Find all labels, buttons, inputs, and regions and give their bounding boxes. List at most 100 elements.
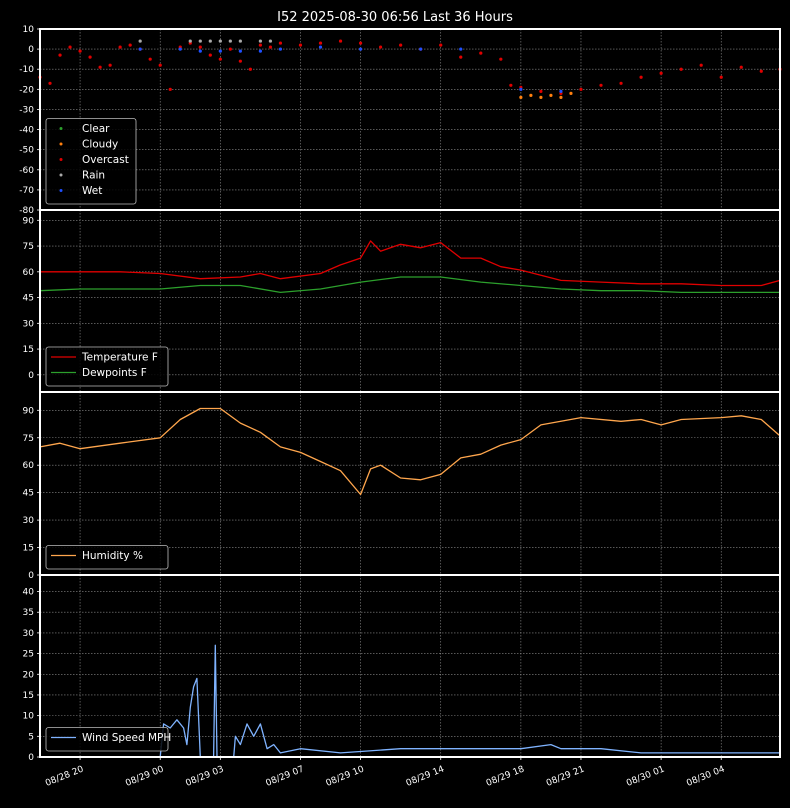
data-point	[439, 43, 443, 47]
y-tick-label: 30	[23, 516, 35, 526]
data-point	[258, 43, 262, 47]
y-tick-label: -20	[19, 85, 34, 95]
y-tick-label: 20	[23, 670, 35, 680]
y-tick-label: 0	[28, 753, 34, 763]
data-point	[499, 57, 503, 61]
y-tick-label: 40	[23, 588, 35, 598]
data-point	[258, 49, 262, 53]
y-tick-label: 10	[23, 25, 35, 35]
data-point	[459, 55, 463, 59]
data-point	[318, 45, 323, 49]
y-tick-label: 0	[28, 571, 34, 581]
data-point	[318, 41, 323, 45]
legend-marker	[59, 142, 63, 146]
data-point	[228, 39, 232, 43]
legend-label: Wind Speed MPH	[82, 732, 171, 744]
data-point	[58, 53, 62, 57]
y-tick-label: 25	[23, 650, 34, 660]
legend-marker	[59, 127, 63, 130]
data-point	[78, 49, 82, 53]
chart-title: I52 2025-08-30 06:56 Last 36 Hours	[277, 10, 513, 25]
y-tick-label: 5	[28, 732, 34, 742]
data-point	[569, 91, 573, 95]
y-tick-label: 30	[23, 629, 35, 639]
data-point	[88, 55, 92, 59]
data-point	[298, 43, 303, 47]
data-point	[759, 69, 763, 73]
legend-label: Rain	[82, 170, 105, 182]
y-tick-label: -70	[19, 186, 34, 196]
data-point	[198, 39, 202, 43]
data-point	[599, 83, 603, 87]
data-point	[178, 47, 182, 51]
y-tick-label: -30	[19, 105, 34, 115]
y-tick-label: 45	[23, 294, 34, 304]
data-point	[659, 71, 663, 75]
data-point	[238, 59, 242, 63]
data-point	[338, 39, 343, 43]
y-tick-label: -10	[19, 65, 34, 75]
data-point	[399, 43, 403, 47]
y-tick-label: 90	[23, 406, 35, 416]
data-point	[679, 67, 683, 71]
data-point	[559, 95, 563, 99]
y-tick-label: 15	[23, 345, 34, 355]
y-tick-label: 45	[23, 489, 34, 499]
data-point	[268, 39, 273, 43]
legend-marker	[59, 173, 63, 177]
y-tick-label: 30	[23, 319, 35, 329]
data-point	[539, 95, 543, 99]
data-point	[248, 67, 252, 71]
data-point	[419, 47, 423, 51]
data-point	[358, 47, 363, 51]
legend: Clear Cloudy Overcast Rain Wet	[45, 118, 137, 205]
data-point	[228, 47, 232, 51]
y-tick-label: 0	[28, 45, 34, 55]
data-point	[238, 39, 242, 43]
y-tick-label: -50	[19, 146, 34, 156]
data-point	[208, 53, 212, 57]
data-point	[459, 47, 463, 51]
legend-label: Cloudy	[82, 139, 118, 151]
data-point	[529, 93, 533, 97]
y-tick-label: 75	[23, 242, 34, 252]
legend: Humidity %	[45, 545, 169, 570]
legend-label: Overcast	[82, 154, 129, 166]
y-tick-label: 15	[23, 691, 34, 701]
data-point	[278, 41, 283, 45]
data-point	[128, 43, 132, 47]
data-point	[198, 49, 202, 53]
data-point	[188, 39, 192, 43]
y-tick-label: -40	[19, 126, 34, 136]
data-point	[208, 39, 212, 43]
data-point	[358, 41, 363, 45]
legend-label: Temperature F	[81, 352, 158, 364]
data-point	[619, 81, 623, 85]
data-point	[138, 47, 142, 51]
y-tick-label: 35	[23, 608, 34, 618]
legend-label: Humidity %	[82, 550, 143, 562]
data-point	[138, 39, 142, 43]
data-point	[379, 45, 383, 49]
data-point	[48, 81, 52, 85]
legend-marker	[59, 189, 63, 192]
data-point	[739, 65, 743, 69]
data-point	[549, 93, 553, 97]
data-point	[479, 51, 483, 55]
data-point	[278, 47, 283, 51]
legend-marker	[59, 158, 63, 161]
data-point	[218, 57, 222, 61]
data-point	[108, 63, 112, 67]
data-point	[238, 49, 242, 53]
y-tick-label: 75	[23, 434, 34, 444]
data-point	[258, 39, 262, 43]
data-point	[218, 49, 222, 53]
data-point	[639, 75, 643, 79]
data-point	[118, 45, 122, 49]
data-point	[539, 89, 543, 93]
y-tick-label: 60	[23, 461, 35, 471]
y-tick-label: 90	[23, 216, 35, 226]
data-point	[719, 75, 723, 79]
legend-label: Wet	[82, 185, 102, 197]
data-point	[509, 83, 513, 87]
